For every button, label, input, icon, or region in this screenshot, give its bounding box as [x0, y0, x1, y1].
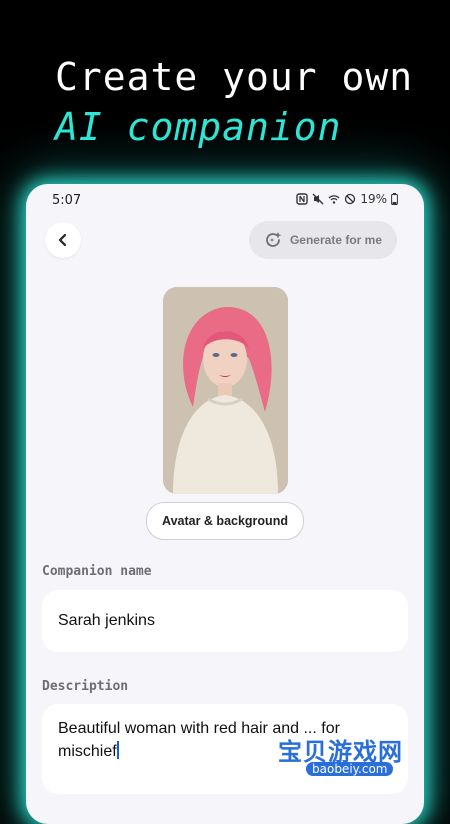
wifi-icon	[328, 195, 340, 204]
headline-line-2: AI companion	[55, 105, 342, 149]
headline-line-1: Create your own	[55, 55, 414, 99]
avatar-portrait	[163, 287, 288, 494]
battery-percent: 19%	[360, 192, 387, 206]
watermark-logo: 宝贝游戏网 baobeiy.com	[266, 704, 450, 800]
generate-for-me-button[interactable]: Generate for me	[249, 221, 397, 259]
battery-icon	[391, 193, 398, 205]
nfc-icon	[296, 193, 309, 205]
companion-avatar-image[interactable]	[163, 287, 288, 494]
status-time: 5:07	[52, 193, 82, 208]
watermark-url: baobeiy.com	[306, 762, 394, 776]
mute-icon	[312, 193, 324, 205]
sparkle-generate-icon	[266, 232, 282, 247]
avatar-background-button[interactable]: Avatar & background	[146, 502, 304, 540]
back-arrow-icon	[58, 233, 67, 247]
promo-headline: Create your own AI companion	[55, 52, 413, 152]
description-label: Description	[42, 679, 129, 694]
text-caret	[116, 741, 119, 759]
companion-name-label: Companion name	[42, 564, 152, 579]
companion-name-input[interactable]: Sarah jenkins	[42, 590, 408, 652]
status-icons: 19%	[296, 192, 398, 206]
back-button[interactable]	[45, 222, 81, 258]
status-bar: 5:07 19%	[26, 184, 424, 218]
generate-label: Generate for me	[289, 233, 383, 247]
dnd-icon	[345, 193, 356, 205]
